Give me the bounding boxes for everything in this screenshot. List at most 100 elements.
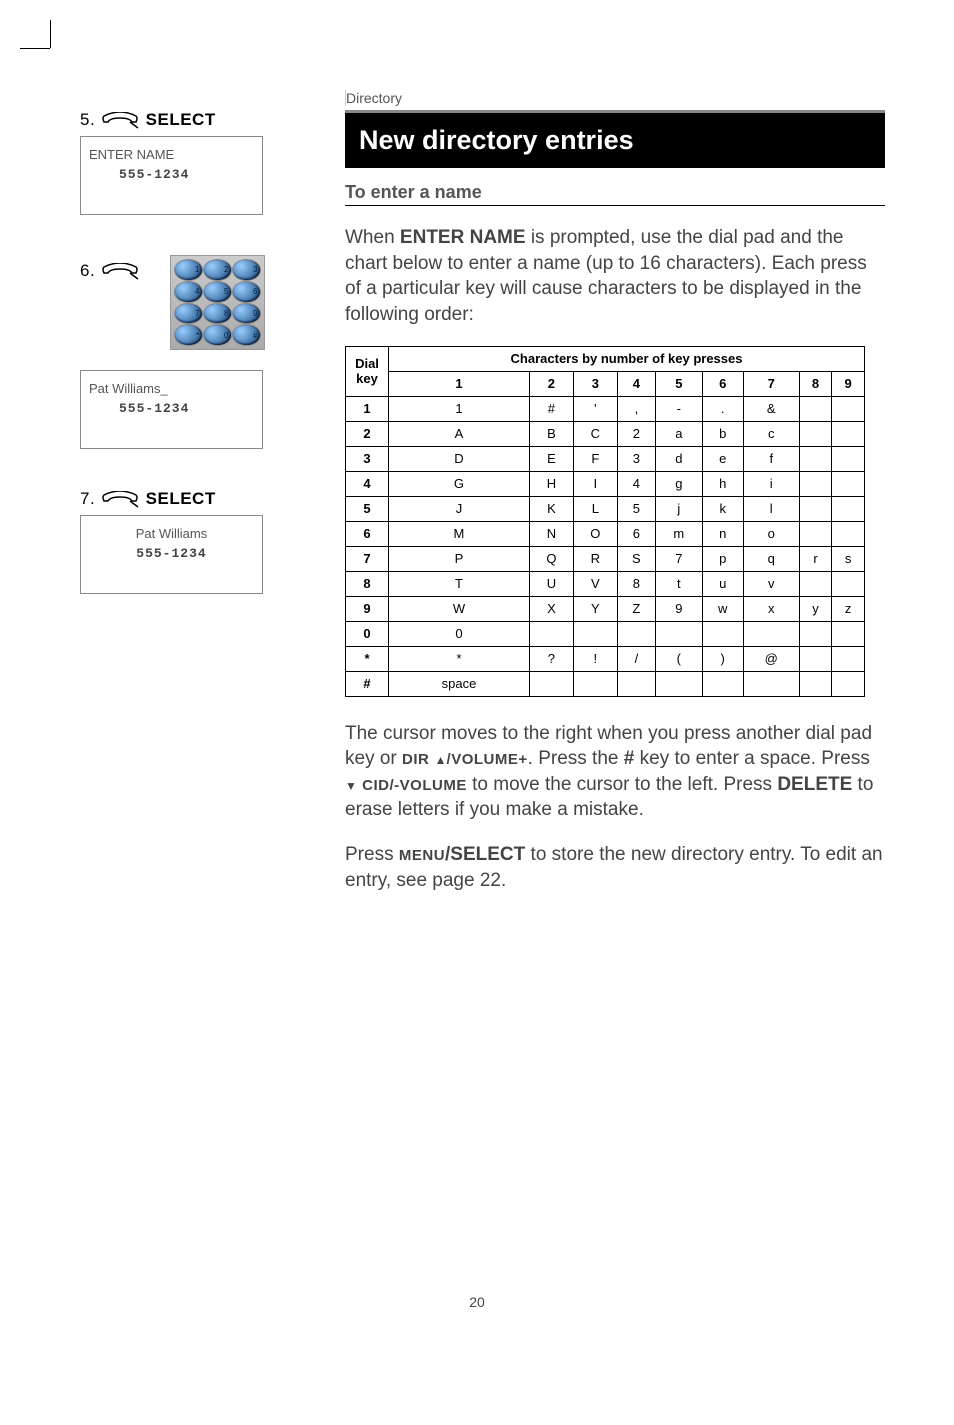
cell: R [573, 546, 617, 571]
step-5-label: 5. SELECT [80, 110, 280, 130]
row-key: 9 [346, 596, 389, 621]
cell [832, 646, 865, 671]
cell: L [573, 496, 617, 521]
cell: m [655, 521, 702, 546]
cell: w [702, 596, 743, 621]
table-row: 8TUV8tuv [346, 571, 865, 596]
cell: y [799, 596, 832, 621]
lcd-screen: Pat Williams 555-1234 [80, 515, 263, 594]
cell: i [743, 471, 799, 496]
row-key: 1 [346, 396, 389, 421]
cell: n [702, 521, 743, 546]
lcd-screen: Pat Williams_ 555-1234 [80, 370, 263, 449]
cell: H [529, 471, 573, 496]
table-row: 3DEF3def [346, 446, 865, 471]
cell: A [389, 421, 530, 446]
cell [832, 496, 865, 521]
intro-paragraph: When ENTER NAME is prompted, use the dia… [345, 225, 885, 328]
cell [617, 621, 655, 646]
cell [529, 671, 573, 696]
cell: P [389, 546, 530, 571]
cell: Y [573, 596, 617, 621]
step-7-label: 7. SELECT [80, 489, 280, 509]
lcd-line-2: 555-1234 [89, 544, 254, 564]
cell [799, 496, 832, 521]
table-row: 2ABC2abc [346, 421, 865, 446]
cell: v [743, 571, 799, 596]
key: 9 [233, 304, 260, 324]
col-header: 3 [573, 371, 617, 396]
page-title: New directory entries [345, 110, 885, 168]
table-row: 4GHI4ghi [346, 471, 865, 496]
cell: 7 [655, 546, 702, 571]
cell: j [655, 496, 702, 521]
cell [832, 446, 865, 471]
cell: g [655, 471, 702, 496]
key: 7 [175, 304, 202, 324]
key-press-chart: Dial key Characters by number of key pre… [345, 346, 865, 697]
store-paragraph: Press MENU/SELECT to store the new direc… [345, 842, 885, 893]
cell: N [529, 521, 573, 546]
key: 0 [204, 325, 231, 345]
cell: ? [529, 646, 573, 671]
table-row: 9WXYZ9wxyz [346, 596, 865, 621]
cell [832, 671, 865, 696]
lcd-line-1: Pat Williams_ [89, 379, 254, 399]
cell: - [655, 396, 702, 421]
cell: Q [529, 546, 573, 571]
cell [573, 621, 617, 646]
col-header: 2 [529, 371, 573, 396]
lcd-line-1: Pat Williams [89, 524, 254, 544]
cell: e [702, 446, 743, 471]
page-number: 20 [0, 1294, 954, 1310]
steps-column: 5. SELECT ENTER NAME 555-1234 6. 1 2 [80, 110, 280, 634]
cell [832, 621, 865, 646]
cell [617, 671, 655, 696]
col-header: 5 [655, 371, 702, 396]
down-icon [345, 774, 357, 795]
handset-icon [100, 112, 140, 130]
sub-heading: To enter a name [345, 182, 885, 206]
cell: S [617, 546, 655, 571]
col-header: 1 [389, 371, 530, 396]
cell: b [702, 421, 743, 446]
cell [799, 646, 832, 671]
table-row: 6MNO6mno [346, 521, 865, 546]
cell: r [799, 546, 832, 571]
cell: & [743, 396, 799, 421]
cell: 8 [617, 571, 655, 596]
key: # [233, 325, 260, 345]
cell: / [617, 646, 655, 671]
table-row: #space [346, 671, 865, 696]
cell: C [573, 421, 617, 446]
cell: F [573, 446, 617, 471]
manual-page: 5. SELECT ENTER NAME 555-1234 6. 1 2 [0, 0, 954, 1425]
cell: 5 [617, 496, 655, 521]
handset-icon [100, 491, 140, 509]
cursor-paragraph: The cursor moves to the right when you p… [345, 721, 885, 824]
row-key: # [346, 671, 389, 696]
table-row: 00 [346, 621, 865, 646]
key: 4 [175, 282, 202, 302]
cell: ! [573, 646, 617, 671]
cell [799, 521, 832, 546]
cell: space [389, 671, 530, 696]
lcd-line-2: 555-1234 [89, 399, 254, 419]
cell: u [702, 571, 743, 596]
row-key: * [346, 646, 389, 671]
cell: q [743, 546, 799, 571]
table-row: **?!/()@ [346, 646, 865, 671]
cell [799, 471, 832, 496]
cell: V [573, 571, 617, 596]
cell: o [743, 521, 799, 546]
category-label: Directory [345, 90, 885, 106]
cell [799, 446, 832, 471]
cell: h [702, 471, 743, 496]
cell [799, 671, 832, 696]
cell: t [655, 571, 702, 596]
cell [655, 621, 702, 646]
cell: 3 [617, 446, 655, 471]
cell: ' [573, 396, 617, 421]
cell [832, 471, 865, 496]
col-header: 6 [702, 371, 743, 396]
